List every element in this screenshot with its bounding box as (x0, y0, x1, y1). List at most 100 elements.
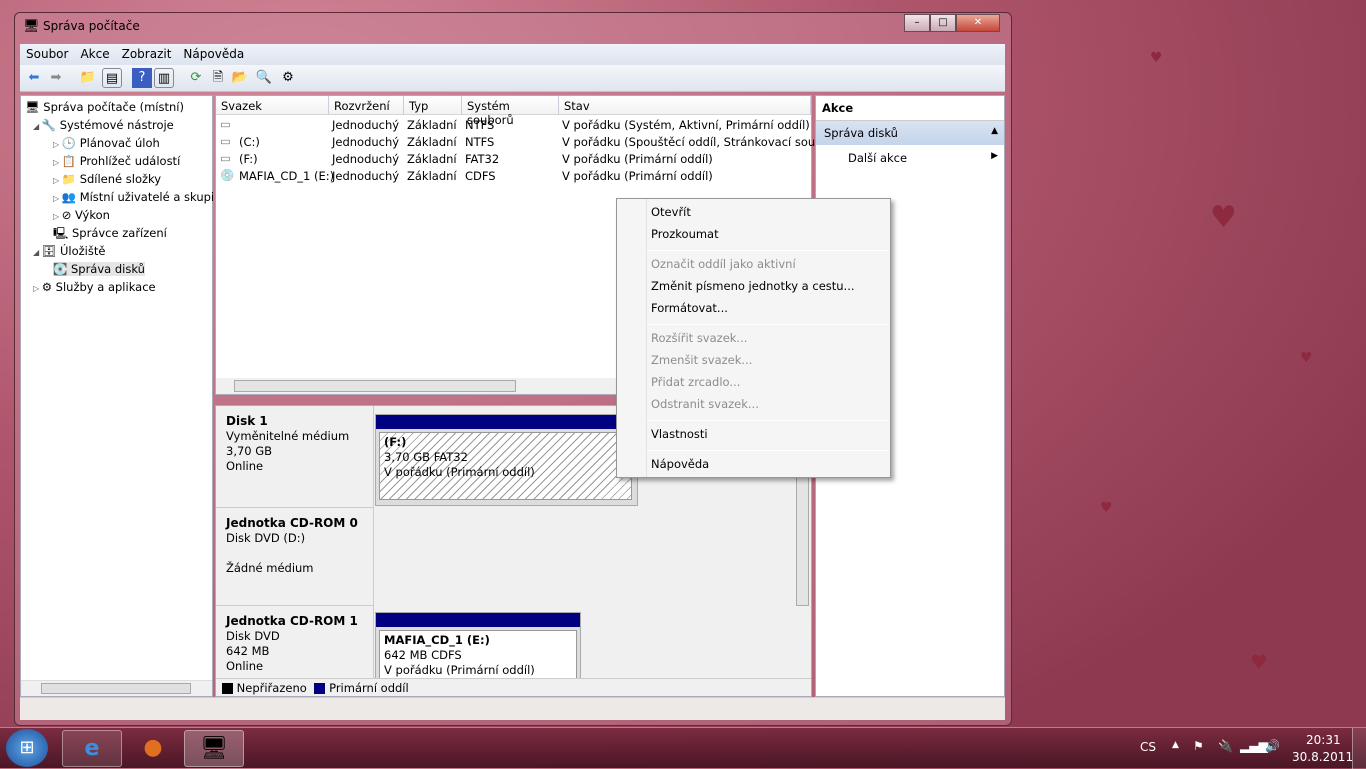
volume-icon[interactable]: 🔊 (1265, 739, 1280, 753)
language-indicator[interactable]: CS (1140, 740, 1156, 754)
table-row[interactable]: (C:) Jednoduchý Základní NTFS V pořádku (Spo… (216, 134, 830, 151)
network-signal-icon[interactable]: ▂▄▆ (1240, 739, 1268, 753)
disk-1-label[interactable]: Disk 1 Vyměnitelné médium 3,70 GB Online (216, 406, 374, 508)
partition-e[interactable]: MAFIA_CD_1 (E:) 642 MB CDFS V pořádku (Pri… (375, 612, 581, 682)
back-icon[interactable]: ⬅ (24, 68, 44, 88)
refresh-icon[interactable]: ⟳ (186, 68, 206, 88)
expander-icon[interactable]: ◢ (33, 248, 42, 257)
show-desktop-button[interactable] (1352, 728, 1366, 769)
open-folder-icon[interactable]: 📂 (230, 68, 250, 88)
tree-item-icon: 🕒 (61, 136, 77, 150)
firefox-taskbar-button[interactable]: ● (123, 730, 183, 767)
tree-item[interactable]: ▷ ⊘ Výkon (53, 208, 110, 222)
power-icon[interactable]: 🔌 (1218, 739, 1233, 753)
show-hide-action-pane-icon[interactable]: ▥ (154, 68, 174, 88)
menu-napoveda[interactable]: Nápověda (177, 44, 250, 64)
show-hide-tree-icon[interactable]: ▤ (102, 68, 122, 88)
partition-f[interactable]: (F:) 3,70 GB FAT32 V pořádku (Primární odd… (375, 414, 638, 506)
expander-icon[interactable]: ▷ (53, 140, 62, 149)
expander-icon[interactable]: ▷ (53, 212, 62, 221)
actions-section-disk-management[interactable]: Správa disků ▲ (816, 121, 1004, 145)
tree-horizontal-scrollbar[interactable] (21, 680, 212, 696)
expander-icon[interactable]: ▷ (53, 194, 62, 203)
menu-soubor[interactable]: Soubor (20, 44, 74, 64)
tree-item[interactable]: 🖳 Správce zařízení (53, 226, 167, 245)
context-menu-item[interactable]: Nápověda (651, 457, 709, 471)
tree-item[interactable]: ◢ 🔧 Systémové nástroje (33, 118, 174, 132)
tree-item-label: Systémové nástroje (59, 118, 174, 132)
context-menu-item[interactable]: Vlastnosti (651, 427, 708, 441)
cdrom-1-label[interactable]: Jednotka CD-ROM 1 Disk DVD 642 MB Online (216, 606, 374, 681)
legend: Nepřiřazeno Primární oddíl (216, 678, 811, 696)
disk-status: Žádné médium (226, 561, 314, 575)
show-hidden-icons[interactable]: ▲ (1172, 740, 1179, 750)
tree-item[interactable]: ▷ 🕒 Plánovač úloh (53, 136, 160, 150)
clock-time[interactable]: 20:31 (1306, 733, 1341, 747)
disk-status: Online (226, 459, 264, 473)
properties-icon[interactable]: 🗎 (208, 68, 228, 88)
action-center-flag-icon[interactable]: ⚑ (1193, 739, 1204, 753)
tree-root[interactable]: 🖥 Správa počítače (místní) (25, 100, 184, 114)
wallpaper-heart: ♥ (1250, 650, 1268, 674)
column-header-svazek[interactable]: Svazek (216, 96, 329, 115)
tree-item[interactable]: 💽 Správa disků (53, 262, 145, 276)
expander-icon[interactable]: ▷ (33, 284, 42, 293)
start-button[interactable]: ⊞ (6, 729, 48, 767)
up-folder-icon[interactable]: 📁 (78, 68, 98, 88)
cdrom-0-label[interactable]: Jednotka CD-ROM 0 Disk DVD (D:) Žádné médi… (216, 508, 374, 606)
window-title: Správa počítače (43, 19, 140, 33)
menu-separator (647, 450, 888, 451)
context-menu-item[interactable]: Otevřít (651, 205, 691, 219)
tree-item-icon: 🗄 (41, 244, 57, 258)
expander-icon[interactable]: ▷ (53, 176, 62, 185)
table-cell: V pořádku (Primární oddíl) (562, 152, 713, 166)
tree-item-icon: ⚙ (41, 280, 53, 294)
table-cell: Základní (407, 152, 457, 166)
column-header-system-souboru[interactable]: Systém souborů (462, 96, 559, 127)
internet-explorer-taskbar-button[interactable]: e (62, 730, 122, 767)
clock-date[interactable]: 30.8.2011 (1292, 750, 1353, 764)
more-actions[interactable]: Další akce ▶ (816, 145, 1004, 165)
context-menu-item: Označit oddíl jako aktivní (651, 257, 796, 271)
menu-zobrazit[interactable]: Zobrazit (116, 44, 178, 64)
partition-size: 642 MB CDFS (384, 648, 462, 662)
context-menu-item[interactable]: Prozkoumat (651, 227, 719, 241)
context-menu-item[interactable]: Změnit písmeno jednotky a cestu... (651, 279, 855, 293)
tree-item-icon: 📁 (61, 172, 77, 186)
context-menu-item[interactable]: Formátovat... (651, 301, 728, 315)
expander-icon[interactable]: ▷ (53, 158, 62, 167)
tree-item[interactable]: ◢ 🗄 Úložiště (33, 244, 105, 258)
tree-item-icon: 👥 (61, 190, 77, 204)
close-button[interactable]: ✕ (956, 14, 1000, 32)
search-icon[interactable]: 🔍 (254, 68, 274, 88)
computer-management-taskbar-button[interactable]: 🖥 (184, 730, 244, 767)
menu-separator (647, 420, 888, 421)
collapse-icon: ▲ (991, 126, 998, 136)
table-cell: Jednoduchý (332, 152, 400, 166)
forward-icon[interactable]: ➡ (46, 68, 66, 88)
tree-item-icon: 💽 (53, 262, 68, 276)
scrollbar-thumb[interactable] (796, 466, 809, 606)
navigation-tree: 🖥 Správa počítače (místní) ◢ 🔧 Systémové… (20, 95, 228, 697)
tree-item[interactable]: ▷ 👥 Místní uživatelé a skupiny (53, 190, 228, 204)
tree-item[interactable]: ▷ 📁 Sdílené složky (53, 172, 161, 186)
column-header-rozvrzeni[interactable]: Rozvržení (329, 96, 404, 115)
legend-unallocated: Nepřiřazeno (236, 681, 307, 695)
table-row[interactable]: Jednoduchý Základní NTFS V pořádku (Systém,… (216, 117, 811, 134)
column-header-stav[interactable]: Stav (559, 96, 811, 115)
menu-separator (647, 324, 888, 325)
expander-icon[interactable]: ◢ (33, 122, 42, 131)
help-icon[interactable]: ? (132, 68, 152, 88)
scrollbar-thumb[interactable] (41, 683, 191, 694)
column-header-typ[interactable]: Typ (404, 96, 462, 115)
table-row[interactable]: MAFIA_CD_1 (E:) Jednoduchý Základní CDFS V p… (216, 168, 811, 185)
table-cell: FAT32 (465, 152, 500, 166)
minimize-button[interactable]: – (904, 14, 930, 32)
scrollbar-thumb[interactable] (234, 380, 516, 392)
table-row[interactable]: (F:) Jednoduchý Základní FAT32 V pořádku (Pr… (216, 151, 811, 168)
tree-item[interactable]: ▷ ⚙ Služby a aplikace (33, 280, 156, 294)
menu-akce[interactable]: Akce (74, 44, 115, 64)
settings-icon[interactable]: ⚙ (278, 68, 298, 88)
tree-item[interactable]: ▷ 📋 Prohlížeč událostí (53, 154, 180, 168)
maximize-button[interactable]: □ (930, 14, 956, 32)
